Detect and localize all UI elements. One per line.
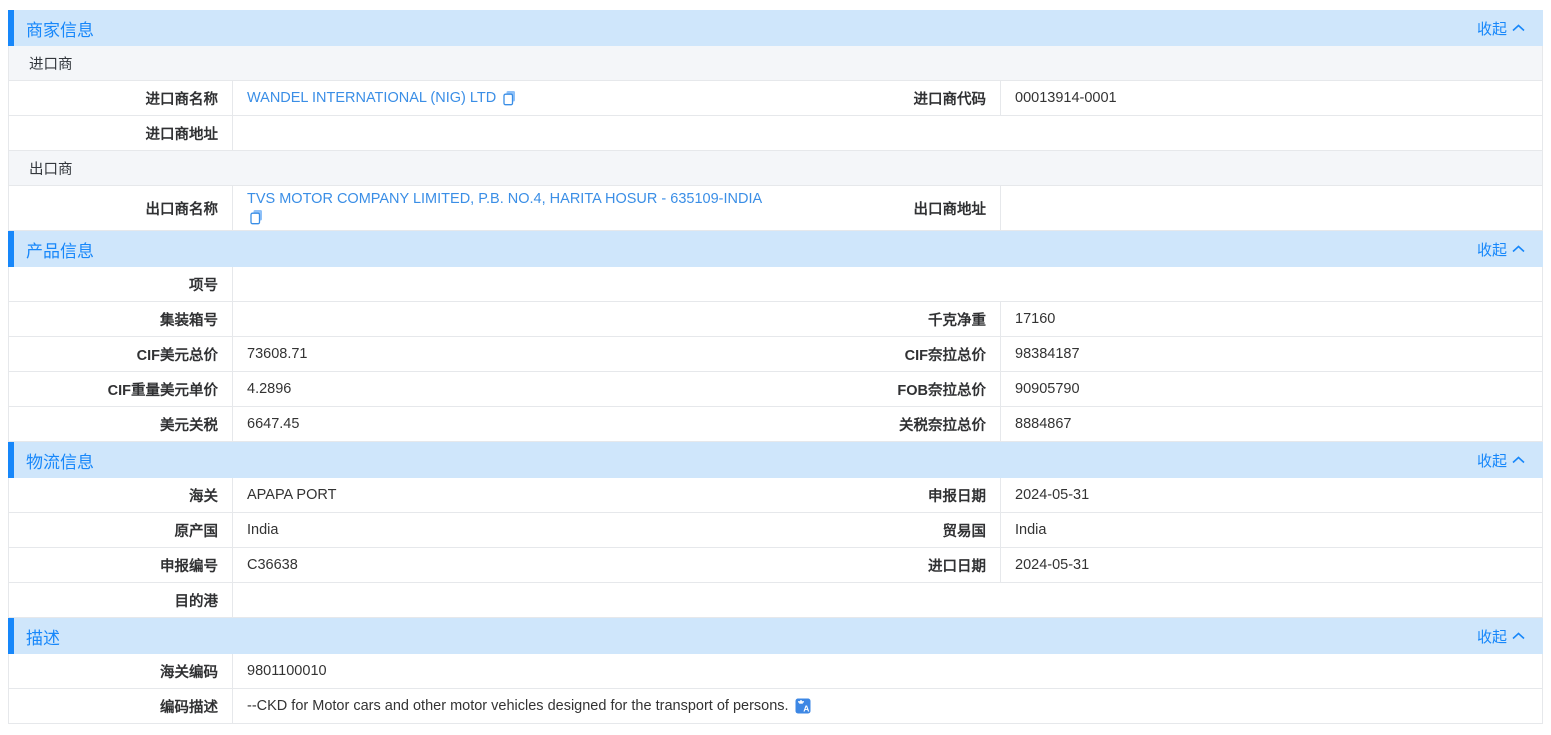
table-row-importer-address: 进口商地址 <box>9 116 1542 151</box>
copy-icon[interactable] <box>249 209 264 225</box>
field-label: FOB奈拉总价 <box>775 372 1000 406</box>
field-label: 进口商名称 <box>9 81 232 115</box>
field-value: APAPA PORT <box>232 478 775 512</box>
section-merchant-info: 商家信息 收起 进口商 进口商名称 WANDEL INTERNATIONAL (… <box>8 10 1543 231</box>
field-value <box>232 116 1542 150</box>
field-label: 申报日期 <box>775 478 1000 512</box>
field-label: 贸易国 <box>775 513 1000 547</box>
table-row-code-description: 编码描述 --CKD for Motor cars and other moto… <box>9 689 1542 724</box>
field-value: 73608.71 <box>232 337 775 371</box>
field-value: 00013914-0001 <box>1000 81 1542 115</box>
field-value: 2024-05-31 <box>1000 548 1542 582</box>
collapse-button[interactable]: 收起 <box>1477 450 1525 471</box>
table-row-duty: 美元关税 6647.45 关税奈拉总价 8884867 <box>9 407 1542 442</box>
section-description: 描述 收起 海关编码 9801100010 编码描述 --CKD for Mot… <box>8 618 1543 724</box>
section-logistics-info: 物流信息 收起 海关 APAPA PORT 申报日期 2024-05-31 原产… <box>8 442 1543 618</box>
field-label: 出口商名称 <box>9 186 232 230</box>
field-value <box>232 583 1542 617</box>
table-row-item-no: 项号 <box>9 267 1542 302</box>
field-value: India <box>232 513 775 547</box>
field-value: --CKD for Motor cars and other motor veh… <box>232 689 1542 723</box>
field-label: CIF奈拉总价 <box>775 337 1000 371</box>
field-value: 90905790 <box>1000 372 1542 406</box>
table-row-origin-trade-country: 原产国 India 贸易国 India <box>9 513 1542 548</box>
chevron-up-icon <box>1512 245 1525 253</box>
field-value: 8884867 <box>1000 407 1542 441</box>
field-label: 目的港 <box>9 583 232 617</box>
field-label: 申报编号 <box>9 548 232 582</box>
copy-icon[interactable] <box>502 90 517 106</box>
collapse-button[interactable]: 收起 <box>1477 18 1525 39</box>
subsection-title: 进口商 <box>29 53 1542 74</box>
section-product-info: 产品信息 收起 项号 集装箱号 千克净重 17160 CIF美元总价 736 <box>8 231 1543 442</box>
field-label: 进口商地址 <box>9 116 232 150</box>
field-label: 原产国 <box>9 513 232 547</box>
translate-icon[interactable]: A <box>795 698 811 714</box>
field-label: 编码描述 <box>9 689 232 723</box>
subsection-exporter: 出口商 <box>9 151 1542 186</box>
field-label: 关税奈拉总价 <box>775 407 1000 441</box>
subsection-title: 出口商 <box>29 158 1542 179</box>
field-value: 17160 <box>1000 302 1542 336</box>
trade-record-detail-page: 商家信息 收起 进口商 进口商名称 WANDEL INTERNATIONAL (… <box>0 0 1551 724</box>
section-title: 产品信息 <box>26 237 94 262</box>
section-header: 产品信息 收起 <box>8 231 1543 267</box>
table-row-destination-port: 目的港 <box>9 583 1542 618</box>
section-title: 物流信息 <box>26 448 94 473</box>
field-value <box>232 267 1542 301</box>
table-row-importer-name: 进口商名称 WANDEL INTERNATIONAL (NIG) LTD 进口商… <box>9 81 1542 116</box>
field-label: 美元关税 <box>9 407 232 441</box>
field-value: 4.2896 <box>232 372 775 406</box>
subsection-importer: 进口商 <box>9 46 1542 81</box>
field-label: 进口日期 <box>775 548 1000 582</box>
table-row-cif-usd: CIF美元总价 73608.71 CIF奈拉总价 98384187 <box>9 337 1542 372</box>
exporter-name-link[interactable]: TVS MOTOR COMPANY LIMITED, P.B. NO.4, HA… <box>247 191 762 207</box>
section-title: 描述 <box>26 624 60 649</box>
section-header: 描述 收起 <box>8 618 1543 654</box>
field-label: 进口商代码 <box>775 81 1000 115</box>
table-row-hs-code: 海关编码 9801100010 <box>9 654 1542 689</box>
field-label: CIF重量美元单价 <box>9 372 232 406</box>
table-row-declaration-import-date: 申报编号 C36638 进口日期 2024-05-31 <box>9 548 1542 583</box>
chevron-up-icon <box>1512 632 1525 640</box>
field-value: India <box>1000 513 1542 547</box>
table-row-cif-unit: CIF重量美元单价 4.2896 FOB奈拉总价 90905790 <box>9 372 1542 407</box>
svg-text:A: A <box>803 704 809 714</box>
section-title: 商家信息 <box>26 16 94 41</box>
field-label: 出口商地址 <box>775 186 1000 230</box>
collapse-label: 收起 <box>1477 18 1507 39</box>
field-label: 项号 <box>9 267 232 301</box>
field-value: WANDEL INTERNATIONAL (NIG) LTD <box>232 81 775 115</box>
section-header: 商家信息 收起 <box>8 10 1543 46</box>
field-value <box>232 302 775 336</box>
field-value: C36638 <box>232 548 775 582</box>
collapse-label: 收起 <box>1477 626 1507 647</box>
field-label: 千克净重 <box>775 302 1000 336</box>
collapse-button[interactable]: 收起 <box>1477 626 1525 647</box>
collapse-button[interactable]: 收起 <box>1477 239 1525 260</box>
field-value: 98384187 <box>1000 337 1542 371</box>
chevron-up-icon <box>1512 24 1525 32</box>
field-value: 9801100010 <box>232 654 1542 688</box>
table-row-exporter-name: 出口商名称 TVS MOTOR COMPANY LIMITED, P.B. NO… <box>9 186 1542 231</box>
field-value <box>1000 186 1542 230</box>
section-header: 物流信息 收起 <box>8 442 1543 478</box>
field-value: 6647.45 <box>232 407 775 441</box>
field-label: 海关 <box>9 478 232 512</box>
field-label: 集装箱号 <box>9 302 232 336</box>
collapse-label: 收起 <box>1477 450 1507 471</box>
field-label: CIF美元总价 <box>9 337 232 371</box>
importer-name-link[interactable]: WANDEL INTERNATIONAL (NIG) LTD <box>247 90 496 106</box>
field-label: 海关编码 <box>9 654 232 688</box>
collapse-label: 收起 <box>1477 239 1507 260</box>
table-row-container-netweight: 集装箱号 千克净重 17160 <box>9 302 1542 337</box>
field-value: TVS MOTOR COMPANY LIMITED, P.B. NO.4, HA… <box>232 186 775 230</box>
field-value: 2024-05-31 <box>1000 478 1542 512</box>
table-row-customs-date: 海关 APAPA PORT 申报日期 2024-05-31 <box>9 478 1542 513</box>
chevron-up-icon <box>1512 456 1525 464</box>
